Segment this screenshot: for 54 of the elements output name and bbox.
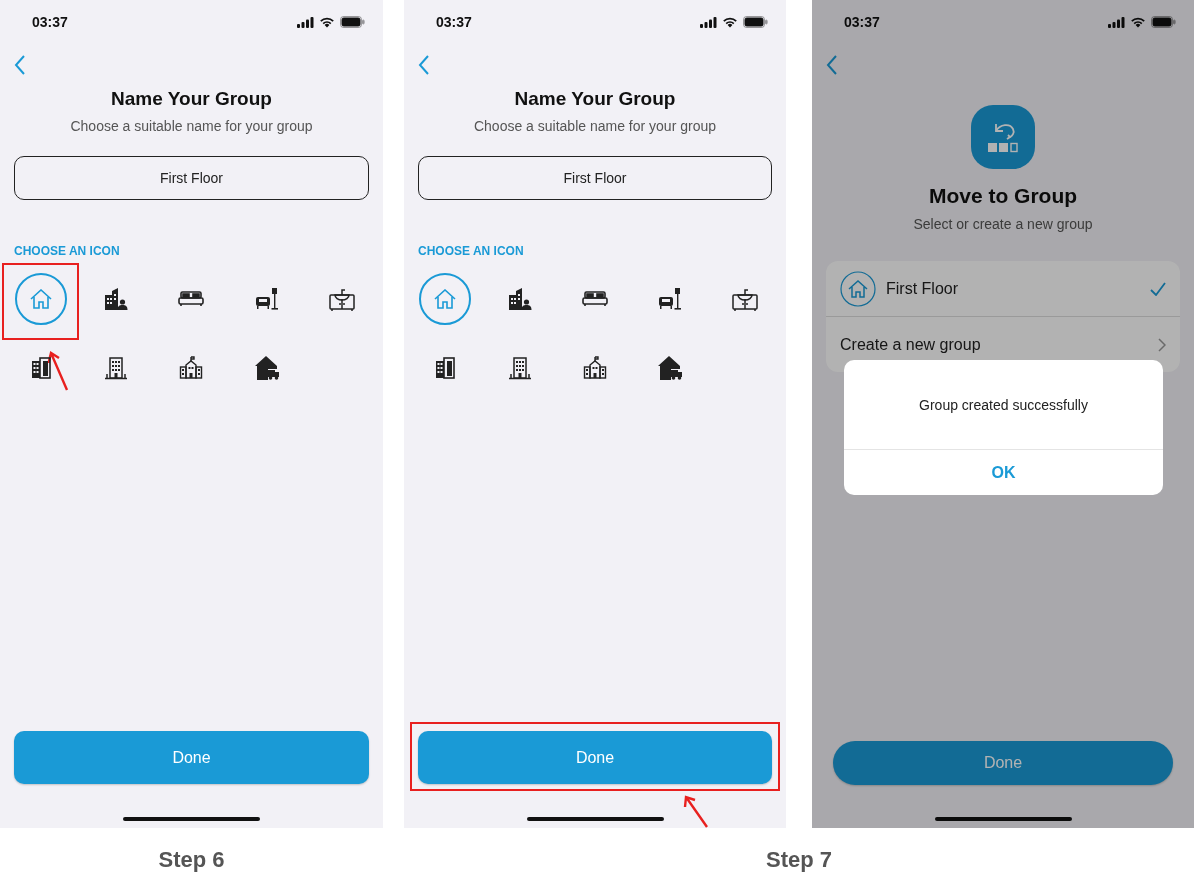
section-label: CHOOSE AN ICON xyxy=(14,243,121,259)
group-name: First Floor xyxy=(886,279,959,298)
screen-subtitle: Choose a suitable name for your group xyxy=(472,117,717,135)
office-building-icon xyxy=(30,357,51,379)
section-label: CHOOSE AN ICON xyxy=(418,243,525,259)
step-caption: Step 7 xyxy=(766,847,832,873)
garage-truck-icon xyxy=(253,355,280,381)
group-row[interactable]: First Floor xyxy=(826,261,1180,316)
wifi-icon xyxy=(319,16,335,28)
move-group-app-icon xyxy=(971,105,1035,169)
chevron-right-icon xyxy=(1158,337,1166,352)
group-name-field[interactable]: First Floor xyxy=(14,156,369,200)
create-group-label: Create a new group xyxy=(840,335,982,354)
signal-icon xyxy=(700,16,717,28)
house-icon xyxy=(29,289,52,309)
screen-subtitle: Choose a suitable name for your group xyxy=(69,117,314,135)
back-button[interactable] xyxy=(416,53,432,77)
sink-cabinet-icon xyxy=(329,287,356,311)
pointer-arrow xyxy=(683,794,709,828)
screen-title: Move to Group xyxy=(927,183,1079,209)
bed-icon xyxy=(178,291,205,307)
building-person-icon xyxy=(104,287,129,311)
checkmark-icon xyxy=(1150,281,1166,296)
signal-icon xyxy=(1108,16,1125,28)
sink-cabinet-icon xyxy=(732,287,759,311)
house-icon xyxy=(840,270,876,307)
garage-truck-icon xyxy=(657,355,684,381)
wifi-icon xyxy=(722,16,738,28)
screen-title: Name Your Group xyxy=(110,87,273,111)
civic-building-icon xyxy=(583,356,607,380)
status-time: 03:37 xyxy=(32,14,69,30)
status-time: 03:37 xyxy=(436,14,473,30)
tower-building-icon xyxy=(507,356,532,380)
status-time: 03:37 xyxy=(844,14,881,30)
house-icon xyxy=(433,289,456,309)
battery-icon xyxy=(340,16,365,28)
screen-subtitle: Select or create a new group xyxy=(912,215,1094,233)
wifi-icon xyxy=(1130,16,1146,28)
signal-icon xyxy=(297,16,314,28)
bed-icon xyxy=(582,291,608,307)
armchair-lamp-icon xyxy=(658,287,683,311)
office-building-icon xyxy=(434,357,455,379)
armchair-lamp-icon xyxy=(254,287,279,311)
tower-building-icon xyxy=(104,356,129,380)
screen-title: Name Your Group xyxy=(513,87,677,111)
step-caption: Step 6 xyxy=(158,847,225,873)
back-button[interactable] xyxy=(12,53,28,77)
pointer-arrow xyxy=(47,349,70,391)
group-name-field[interactable]: First Floor xyxy=(418,156,772,200)
back-button[interactable] xyxy=(824,53,840,77)
building-person-icon xyxy=(507,287,532,311)
civic-building-icon xyxy=(179,356,204,380)
battery-icon xyxy=(743,16,768,28)
dialog-message: Group created successfully xyxy=(844,360,1163,450)
